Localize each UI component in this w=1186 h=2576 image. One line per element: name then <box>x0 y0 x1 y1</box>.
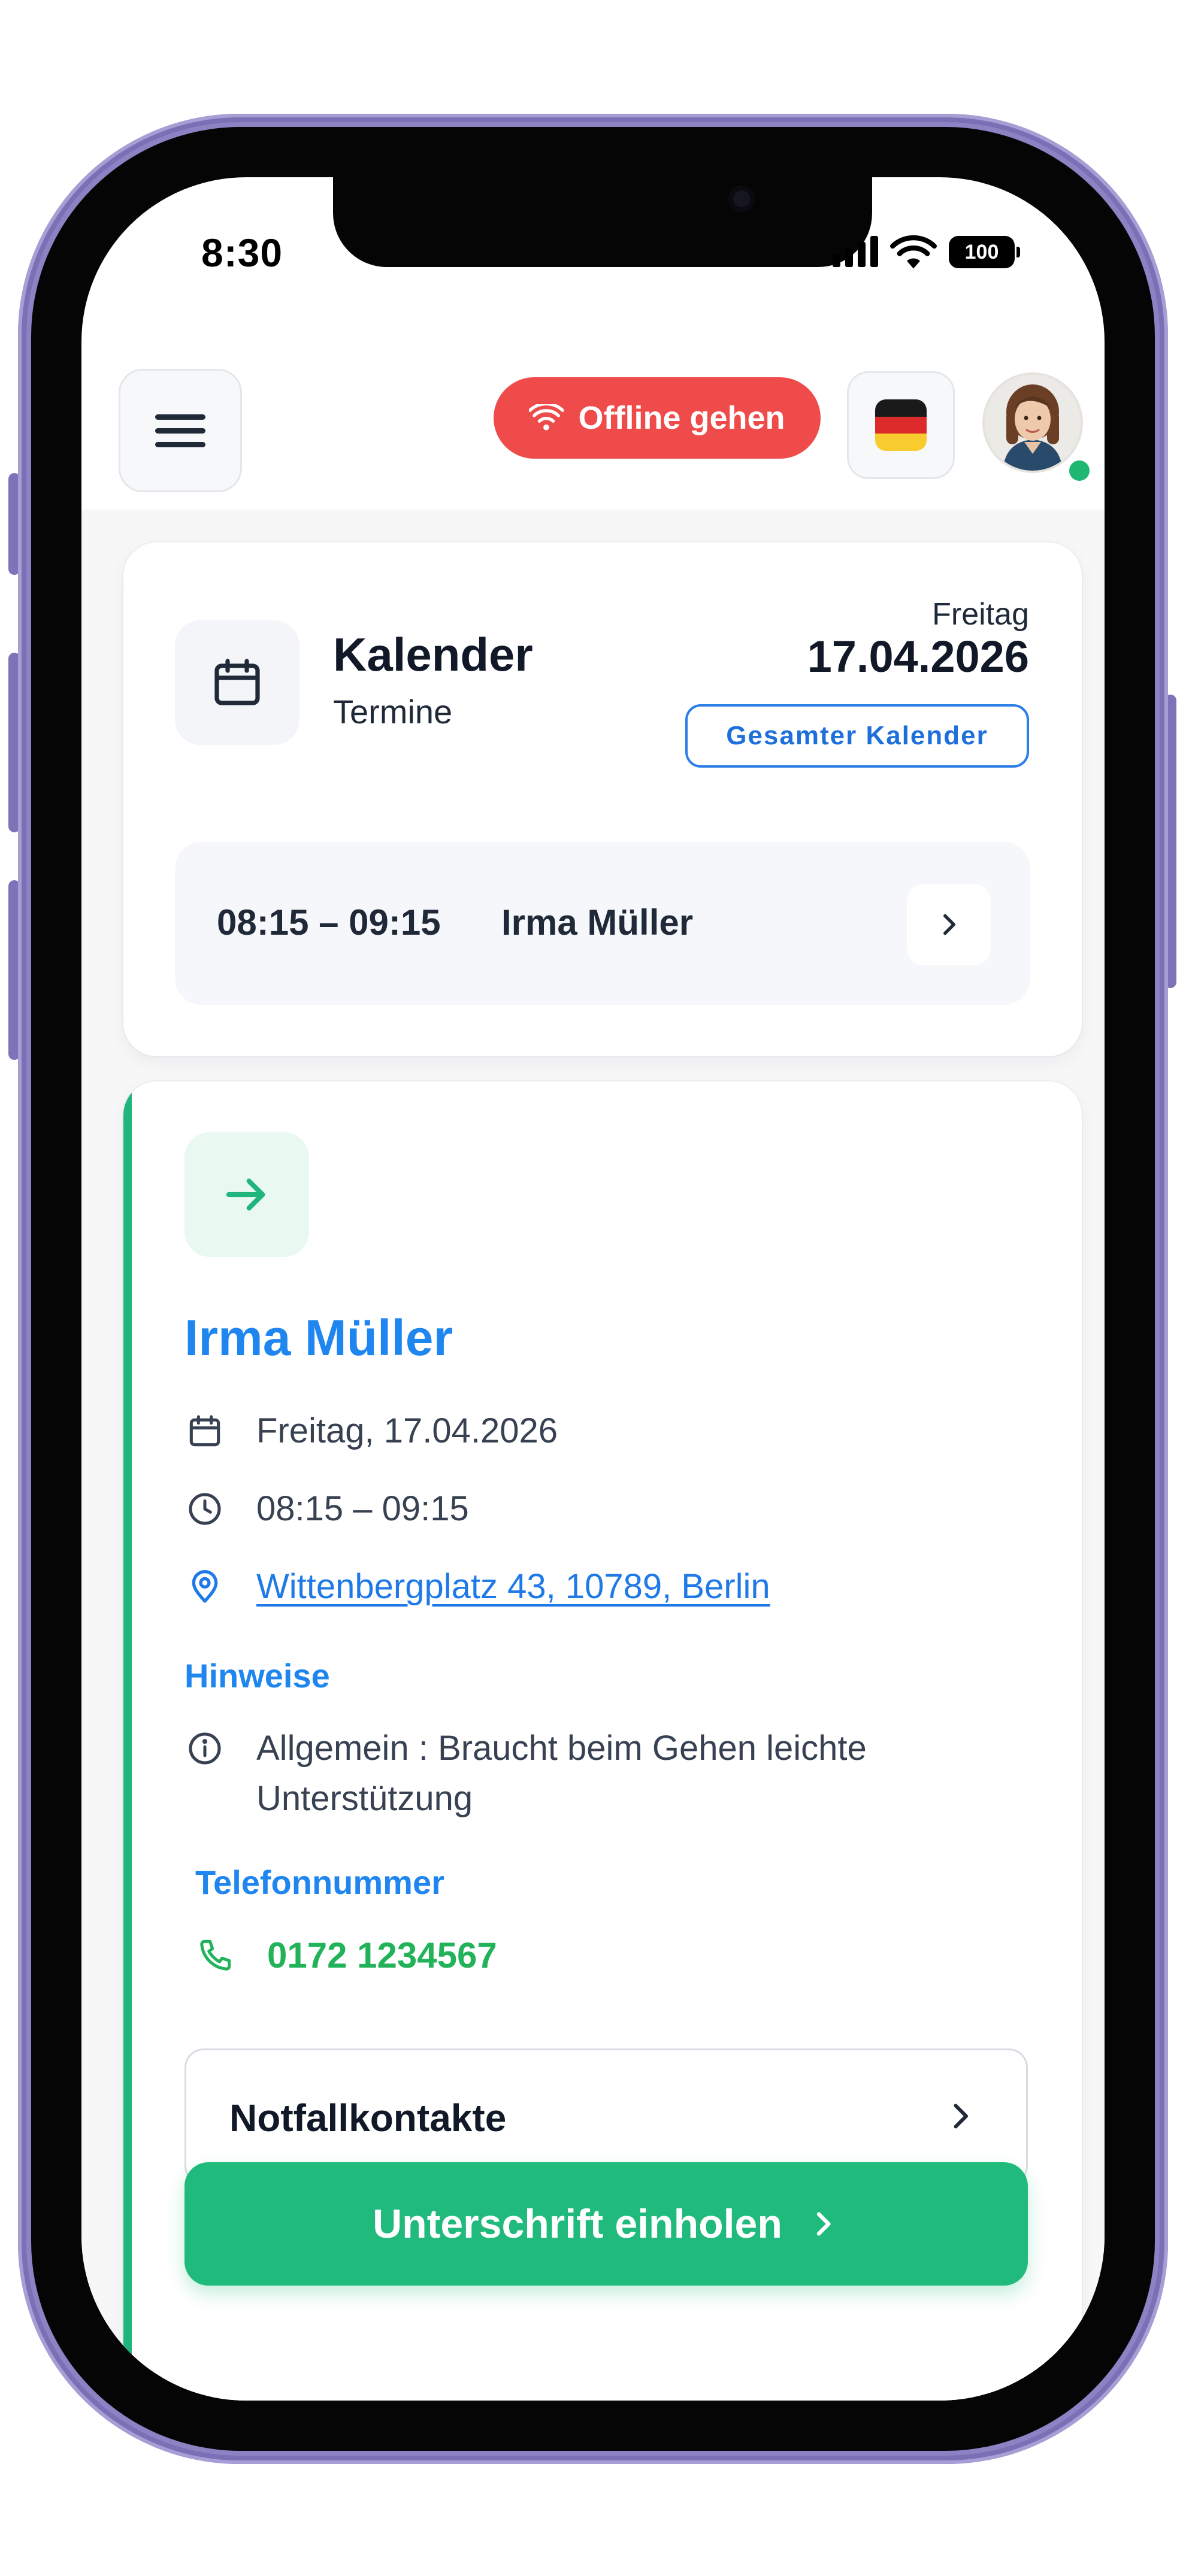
online-status-dot <box>1066 457 1093 484</box>
cellular-signal-icon <box>833 236 878 267</box>
top-app-bar: Offline gehen <box>81 345 1105 511</box>
chevron-right-icon <box>954 2104 968 2129</box>
location-pin-icon <box>192 1570 218 1603</box>
address-link[interactable]: Wittenbergplatz 43, 10789, Berlin <box>256 1566 770 1607</box>
status-icons: 100 <box>833 235 1020 269</box>
menu-button[interactable] <box>119 369 242 492</box>
calendar-card: Kalender Termine Freitag 17.04.2026 Gesa… <box>123 543 1082 1056</box>
appointment-time: 08:15 – 09:15 <box>256 1489 469 1528</box>
phone-label: Telefonnummer <box>195 1863 444 1901</box>
emergency-contacts-label: Notfallkontakte <box>229 2096 507 2139</box>
chevron-right-icon <box>816 2212 831 2236</box>
phone-row[interactable]: 0172 1234567 <box>195 1935 497 1976</box>
calendar-icon <box>214 659 260 705</box>
avatar[interactable] <box>982 372 1083 473</box>
patient-card: Irma Müller Freitag, 17.04.2026 08:15 – … <box>123 1081 1082 2401</box>
get-signature-button[interactable]: Unterschrift einholen <box>184 2162 1028 2286</box>
address-row: Wittenbergplatz 43, 10789, Berlin <box>184 1566 770 1607</box>
offline-button[interactable]: Offline gehen <box>494 377 821 459</box>
offline-button-label: Offline gehen <box>578 400 785 436</box>
de-flag-icon <box>875 399 927 451</box>
clock-icon <box>189 1493 221 1525</box>
appointment-time-row: 08:15 – 09:15 <box>184 1489 469 1529</box>
wifi-icon <box>890 235 937 269</box>
phone-icon <box>200 1939 231 1971</box>
appointment-time: 08:15 – 09:15 <box>217 902 441 942</box>
arrow-icon-box <box>184 1132 309 1257</box>
appointment-date-row: Freitag, 17.04.2026 <box>184 1411 558 1451</box>
appointment-date: Freitag, 17.04.2026 <box>256 1411 558 1450</box>
user-photo <box>985 375 1081 471</box>
calendar-date: 17.04.2026 <box>807 632 1029 681</box>
main-content: Kalender Termine Freitag 17.04.2026 Gesa… <box>81 510 1105 2401</box>
notes-label: Hinweise <box>184 1657 330 1695</box>
arrow-right-icon <box>226 1178 265 1211</box>
status-time: 8:30 <box>201 231 283 275</box>
battery-icon: 100 <box>949 236 1020 268</box>
phone-bezel: 8:30 100 Offline gehen Kalender Termine … <box>31 127 1155 2451</box>
status-accent-bar <box>123 1081 132 2401</box>
language-button[interactable] <box>847 371 955 479</box>
appointment-name: Irma Müller <box>501 902 694 942</box>
front-camera <box>728 186 755 212</box>
calendar-icon-box <box>175 620 299 745</box>
chevron-right-icon <box>943 914 956 935</box>
calendar-subtitle: Termine <box>333 693 453 731</box>
get-signature-label: Unterschrift einholen <box>373 2201 782 2247</box>
calendar-title: Kalender <box>333 628 533 681</box>
dynamic-island <box>333 177 872 267</box>
phone-frame: 8:30 100 Offline gehen Kalender Termine … <box>18 114 1168 2464</box>
wifi-icon <box>529 404 564 431</box>
phone-number[interactable]: 0172 1234567 <box>267 1935 497 1976</box>
full-calendar-button[interactable]: Gesamter Kalender <box>685 704 1029 768</box>
menu-icon-line <box>155 414 205 420</box>
calendar-weekday: Freitag <box>932 597 1029 632</box>
appointment-open-button[interactable] <box>907 884 991 965</box>
phone-screen: 8:30 100 Offline gehen Kalender Termine … <box>81 177 1105 2401</box>
appointment-row[interactable]: 08:15 – 09:15 Irma Müller <box>175 842 1030 1005</box>
info-icon <box>189 1732 221 1765</box>
calendar-icon <box>189 1415 220 1447</box>
note-row: Allgemein : Braucht beim Gehen leichte U… <box>184 1728 1028 1824</box>
menu-icon-line <box>155 441 205 447</box>
note-text: Allgemein : Braucht beim Gehen leichte U… <box>256 1729 867 1818</box>
menu-icon-line <box>155 428 205 434</box>
patient-name: Irma Müller <box>184 1310 453 1366</box>
